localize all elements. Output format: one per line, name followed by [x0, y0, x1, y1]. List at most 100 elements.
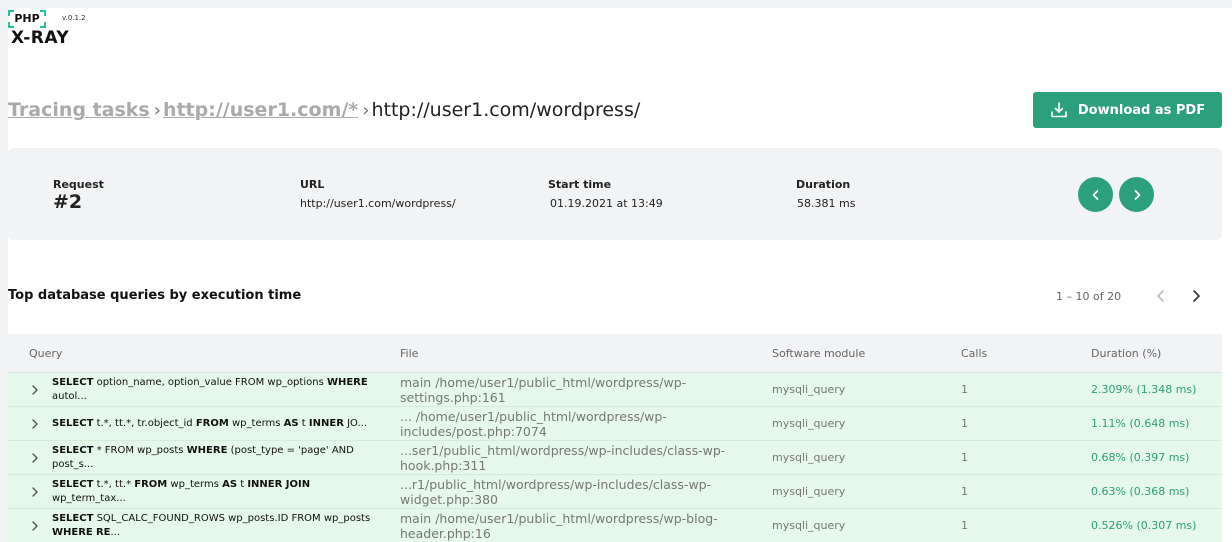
sql-text: wp_terms — [167, 478, 223, 490]
file-cell: main /home/user1/public_html/wordpress/w… — [400, 510, 718, 541]
chevron-right-icon — [1193, 290, 1200, 302]
sql-keyword: SELECT — [52, 512, 94, 524]
logo[interactable]: PHP X-RAY v.0.1.2 — [8, 10, 108, 50]
duration-block: Duration 58.381 ms — [796, 178, 855, 210]
expand-row-button[interactable] — [28, 373, 42, 406]
software-module-cell: mysqli_query — [772, 383, 846, 396]
table-row[interactable]: SELECT t.*, tt.* FROM wp_terms AS t INNE… — [8, 475, 1222, 509]
duration-cell: 0.526% (0.307 ms) — [1091, 519, 1197, 532]
request-number-block: Request #2 — [53, 178, 104, 213]
table-row[interactable]: SELECT option_name, option_value FROM wp… — [8, 373, 1222, 407]
table-row[interactable]: SELECT SQL_CALC_FOUND_ROWS wp_posts.ID F… — [8, 509, 1222, 542]
file-cell: ...r1/public_html/wordpress/wp-includes/… — [400, 476, 712, 507]
logo-xray-text: X-RAY — [11, 28, 70, 48]
breadcrumb-separator: › — [153, 99, 161, 121]
version-label: v.0.1.2 — [62, 14, 86, 22]
sql-text: t.*, tt.* — [93, 478, 135, 490]
column-header-duration[interactable]: Duration (%) — [1091, 347, 1161, 360]
sql-keyword: FROM — [134, 478, 168, 490]
breadcrumb-current: http://user1.com/wordpress/ — [371, 99, 641, 121]
query-cell: SELECT option_name, option_value FROM wp… — [52, 373, 382, 406]
duration-value: 58.381 ms — [797, 197, 856, 210]
sql-text: autol... — [52, 390, 87, 402]
breadcrumb-domain[interactable]: http://user1.com/* — [163, 99, 358, 121]
sql-text: * FROM wp_posts — [93, 444, 187, 456]
request-url: http://user1.com/wordpress/ — [300, 197, 456, 210]
request-label: Request — [53, 178, 104, 191]
file-cell: main /home/user1/public_html/wordpress/w… — [400, 374, 687, 405]
sql-text: t.*, tt.*, tr.object_id — [93, 417, 196, 429]
calls-cell: 1 — [961, 417, 968, 430]
sql-keyword: AS — [222, 478, 238, 490]
chevron-right-icon — [32, 418, 38, 429]
sql-keyword: AS — [283, 417, 299, 429]
request-summary-card: Request #2 URL http://user1.com/wordpres… — [8, 148, 1222, 240]
chevron-right-icon — [1134, 189, 1140, 200]
duration-cell: 1.11% (0.648 ms) — [1091, 417, 1190, 430]
expand-row-button[interactable] — [28, 441, 42, 474]
pagination-range: 1 – 10 of 20 — [1056, 290, 1122, 303]
pagination-next-button[interactable] — [1187, 287, 1205, 305]
file-cell: ... /home/user1/public_html/wordpress/wp… — [400, 408, 667, 439]
url-label: URL — [300, 178, 325, 191]
table-row[interactable]: SELECT * FROM wp_posts WHERE (post_type … — [8, 441, 1222, 475]
breadcrumb: Tracing tasks › http://user1.com/* › htt… — [8, 99, 640, 121]
expand-row-button[interactable] — [28, 509, 42, 542]
query-cell: SELECT SQL_CALC_FOUND_ROWS wp_posts.ID F… — [52, 509, 382, 542]
software-module-cell: mysqli_query — [772, 519, 846, 532]
section-title: Top database queries by execution time — [8, 288, 302, 303]
page: PHP X-RAY v.0.1.2 Tracing tasks › http:/… — [8, 8, 1232, 542]
sql-keyword: WHERE — [326, 376, 368, 388]
chevron-right-icon — [32, 452, 38, 463]
sql-keyword: SELECT — [52, 444, 94, 456]
request-number: #2 — [53, 191, 83, 213]
chevron-right-icon — [32, 384, 38, 395]
column-header-file[interactable]: File — [400, 347, 418, 360]
breadcrumb-tracing-tasks[interactable]: Tracing tasks — [8, 99, 150, 121]
request-url-block: URL http://user1.com/wordpress/ — [300, 178, 456, 210]
query-cell: SELECT * FROM wp_posts WHERE (post_type … — [52, 441, 382, 474]
sql-keyword: INNER JOIN — [247, 478, 311, 490]
logo-php-text: PHP — [14, 12, 40, 25]
sql-text: SQL_CALC_FOUND_ROWS wp_posts.ID FROM wp_… — [93, 512, 371, 524]
start-time-block: Start time 01.19.2021 at 13:49 — [548, 178, 663, 210]
duration-cell: 0.68% (0.397 ms) — [1091, 451, 1190, 464]
sql-keyword: RE — [95, 526, 111, 538]
sql-text: t — [237, 478, 248, 490]
pagination-prev-button[interactable] — [1152, 287, 1170, 305]
file-cell: ...ser1/public_html/wordpress/wp-include… — [400, 442, 726, 473]
query-cell: SELECT t.*, tt.*, tr.object_id FROM wp_t… — [52, 407, 382, 440]
chevron-right-icon — [32, 520, 38, 531]
expand-row-button[interactable] — [28, 475, 42, 508]
sql-keyword: WHERE — [52, 526, 93, 538]
breadcrumb-separator: › — [362, 99, 370, 121]
column-header-software-module[interactable]: Software module — [772, 347, 865, 360]
sql-keyword: SELECT — [52, 376, 94, 388]
sql-keyword: SELECT — [52, 417, 94, 429]
table-header: Query File Software module Calls Duratio… — [8, 334, 1222, 373]
sql-keyword: INNER — [308, 417, 344, 429]
duration-cell: 2.309% (1.348 ms) — [1091, 383, 1197, 396]
sql-text: JO... — [343, 417, 368, 429]
column-header-query[interactable]: Query — [29, 347, 62, 360]
duration-cell: 0.63% (0.368 ms) — [1091, 485, 1190, 498]
sql-text: wp_terms — [228, 417, 284, 429]
duration-label: Duration — [796, 178, 851, 191]
sql-text: option_name, option_value FROM wp_option… — [93, 376, 327, 388]
download-pdf-label: Download as PDF — [1077, 102, 1206, 118]
software-module-cell: mysqli_query — [772, 451, 846, 464]
calls-cell: 1 — [961, 485, 968, 498]
software-module-cell: mysqli_query — [772, 417, 846, 430]
calls-cell: 1 — [961, 451, 968, 464]
download-icon — [1051, 102, 1067, 118]
download-pdf-button[interactable]: Download as PDF — [1033, 92, 1222, 128]
previous-request-button[interactable] — [1078, 177, 1113, 212]
expand-row-button[interactable] — [28, 407, 42, 440]
sql-keyword: WHERE — [186, 444, 228, 456]
next-request-button[interactable] — [1119, 177, 1154, 212]
column-header-calls[interactable]: Calls — [961, 347, 987, 360]
start-time-value: 01.19.2021 at 13:49 — [550, 197, 663, 210]
calls-cell: 1 — [961, 519, 968, 532]
table-row[interactable]: SELECT t.*, tt.*, tr.object_id FROM wp_t… — [8, 407, 1222, 441]
chevron-left-icon — [1092, 189, 1098, 200]
